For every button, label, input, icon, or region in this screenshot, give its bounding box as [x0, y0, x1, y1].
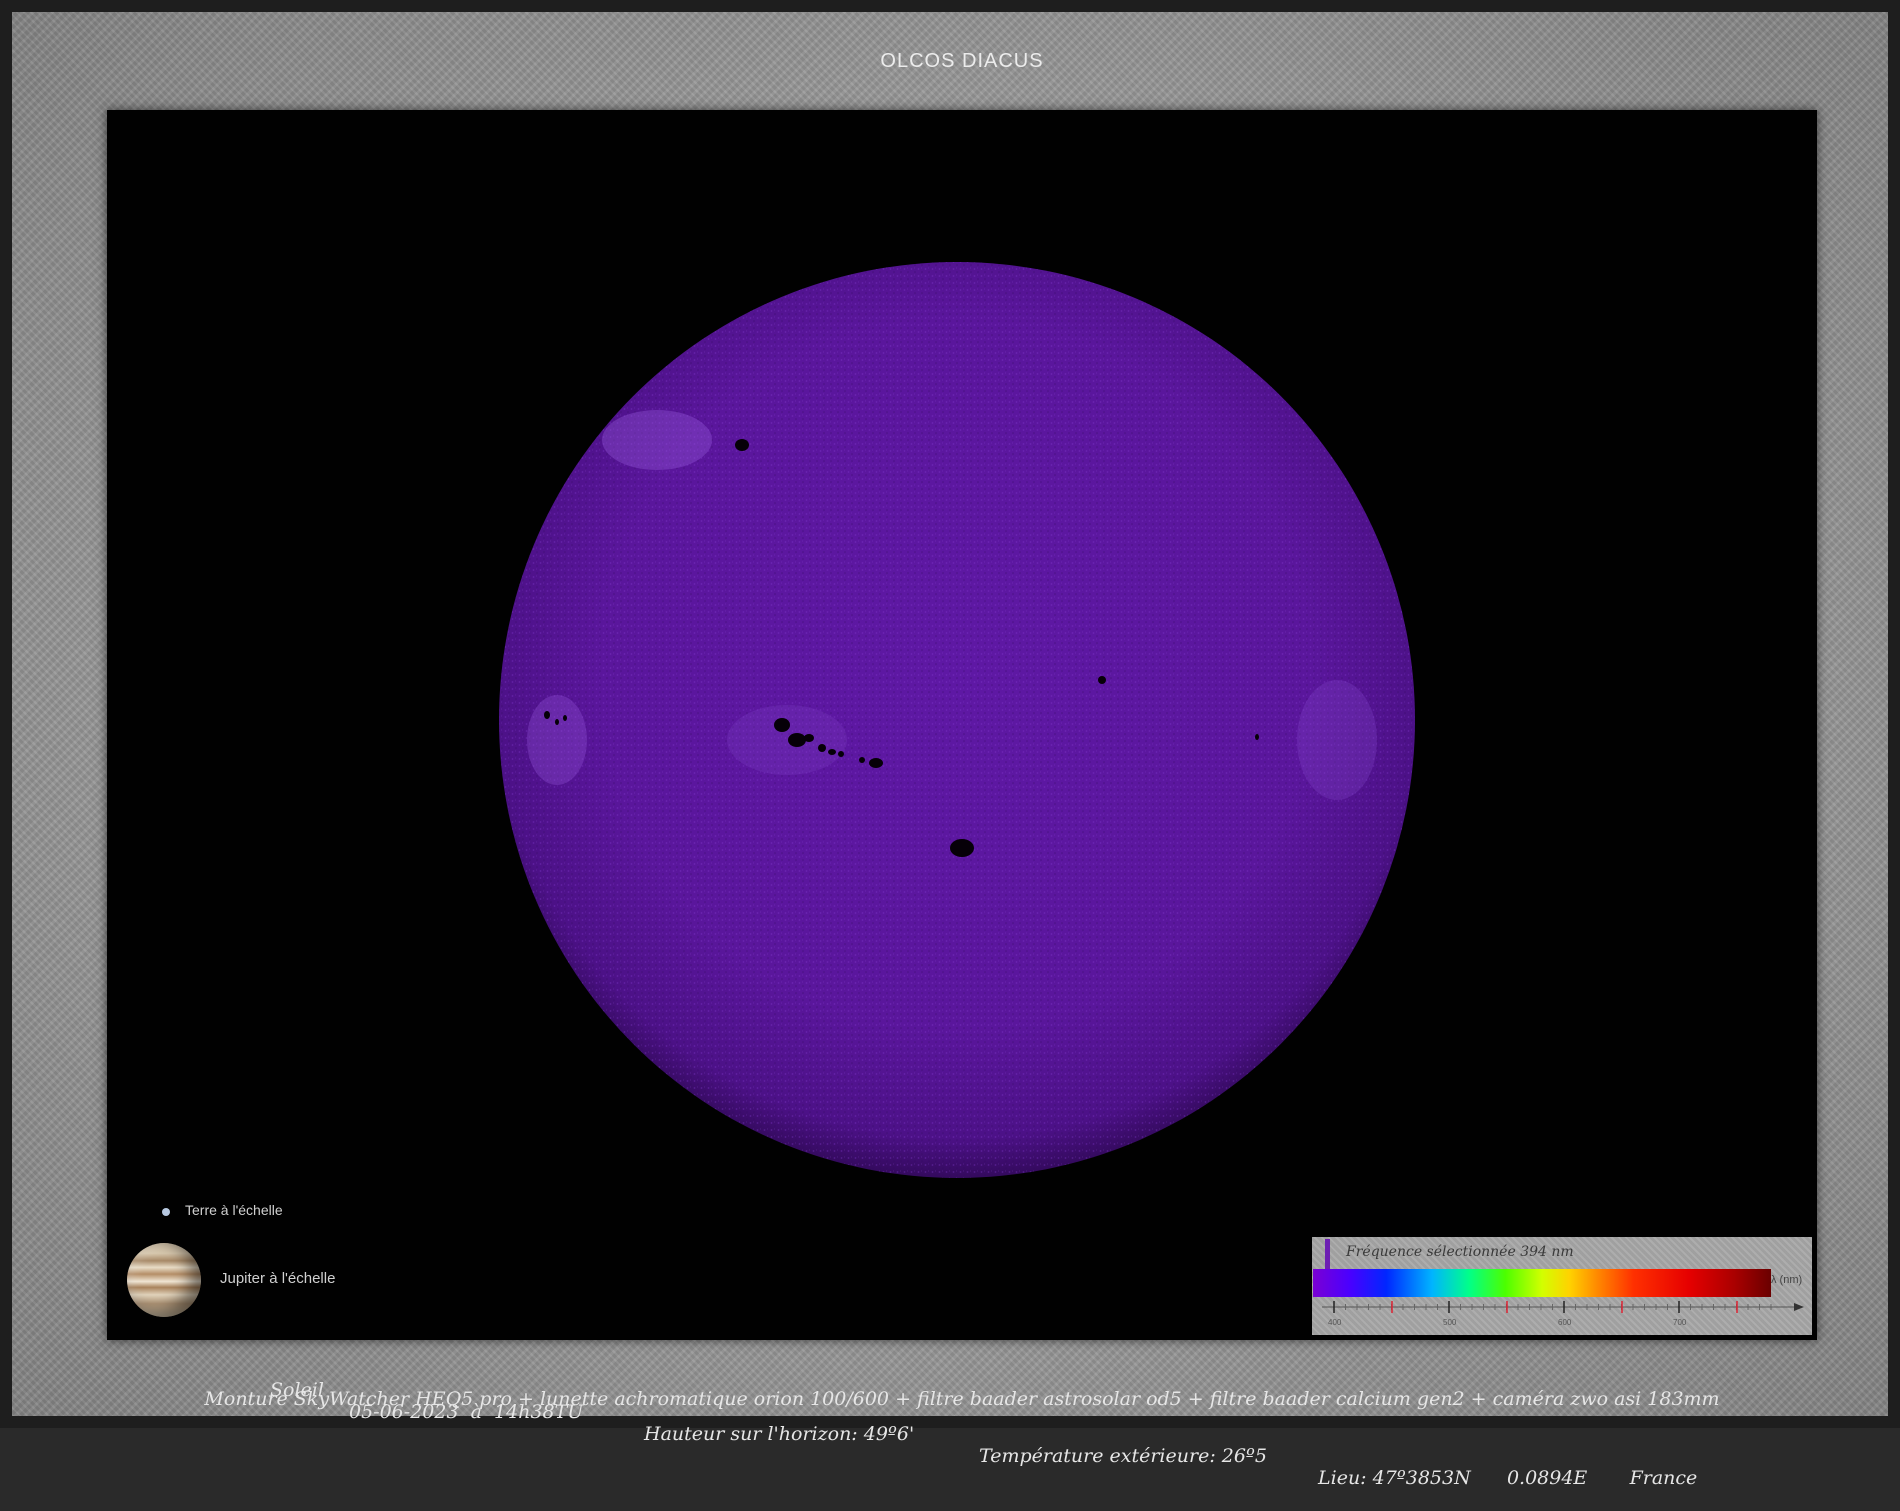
sunspot	[544, 711, 550, 719]
photo-frame: OLCOS DIACUS Terre à l'échelle Jupiter à…	[0, 0, 1900, 1489]
wavelength-scale: 400 500 600 700	[1322, 1301, 1804, 1327]
plage-region	[727, 705, 847, 775]
sunspot	[869, 758, 883, 768]
caption-temperature: Température extérieure: 26º5	[979, 1445, 1267, 1467]
frequency-marker	[1325, 1239, 1330, 1269]
spectrum-bar	[1313, 1269, 1771, 1297]
sunspot	[1255, 734, 1259, 740]
spectrum-panel: Fréquence sélectionnée 394 nm λ (nm) 400…	[1312, 1237, 1812, 1335]
solar-image-area: Terre à l'échelle Jupiter à l'échelle Fr…	[107, 110, 1817, 1340]
sunspot	[804, 734, 814, 742]
caption-line-1: Soleil 05-06-2023 à 14h38TU Hauteur sur …	[12, 1357, 1900, 1511]
plage-region	[527, 695, 587, 785]
caption-equipment: Monture SkyWatcher HEQ5 pro + lunette ac…	[204, 1388, 1720, 1410]
sunspot	[563, 715, 567, 721]
sunspot	[788, 733, 806, 747]
sunspot-large	[950, 839, 974, 857]
sunspot	[555, 719, 559, 725]
tick-label-400: 400	[1328, 1318, 1342, 1327]
plage-region	[602, 410, 712, 470]
plage-region	[1297, 680, 1377, 800]
caption-location: Lieu: 47º3853N 0.0894E France	[1318, 1467, 1698, 1489]
sunspot	[1098, 676, 1106, 684]
tick-label-500: 500	[1443, 1318, 1457, 1327]
tick-label-700: 700	[1673, 1318, 1687, 1327]
earth-scale-dot	[162, 1208, 170, 1216]
tick-label-600: 600	[1558, 1318, 1572, 1327]
jupiter-scale-label: Jupiter à l'échelle	[220, 1270, 336, 1287]
sunspot	[818, 744, 826, 752]
wavelength-axis-label: λ (nm)	[1771, 1274, 1803, 1286]
author-title: OLCOS DIACUS	[880, 50, 1044, 72]
sunspot	[735, 439, 749, 451]
sunspot	[838, 751, 844, 757]
sunspot	[828, 749, 836, 755]
sun-disk	[499, 262, 1415, 1178]
frequency-label: Fréquence sélectionnée 394 nm	[1346, 1244, 1574, 1260]
jupiter-scale-image	[127, 1243, 201, 1317]
sunspot	[774, 718, 790, 732]
sunspot	[859, 757, 865, 763]
caption-altitude: Hauteur sur l'horizon: 49º6'	[644, 1423, 915, 1445]
earth-scale-label: Terre à l'échelle	[185, 1202, 283, 1218]
